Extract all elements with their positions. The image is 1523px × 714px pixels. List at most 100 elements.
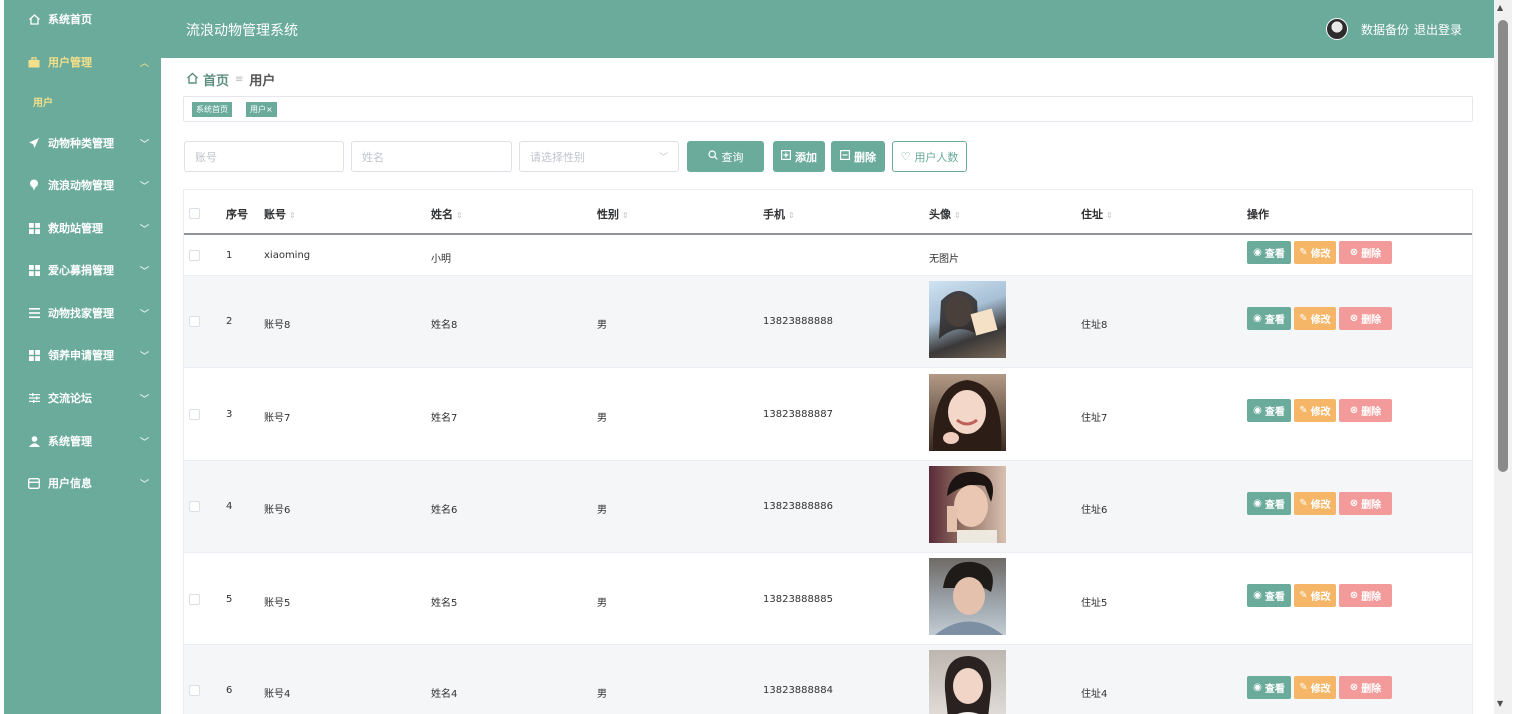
avatar-photo — [929, 650, 1006, 714]
sidebar-item-stray-animals[interactable]: 流浪动物管理 ﹀ — [4, 170, 161, 200]
scroll-down-arrow-icon[interactable]: ▼ — [1497, 699, 1503, 708]
header-address[interactable]: 住址 ⇕ — [1081, 206, 1113, 222]
view-button[interactable]: ◉ 查看 — [1247, 676, 1291, 699]
cell-name: 姓名7 — [431, 413, 458, 424]
delete-button[interactable]: ⊗ 删除 — [1339, 241, 1392, 264]
delete-button[interactable]: ⊗ 删除 — [1339, 399, 1392, 422]
sidebar-item-adoption[interactable]: 领养申请管理 ﹀ — [4, 340, 161, 370]
delete-button[interactable]: ⊗ 删除 — [1339, 584, 1392, 607]
sidebar-item-label: 用户管理 — [48, 56, 92, 69]
edit-button[interactable]: ✎ 修改 — [1294, 241, 1336, 264]
chevron-down-icon: ﹀ — [140, 351, 150, 362]
view-button[interactable]: ◉ 查看 — [1247, 399, 1291, 422]
delete-icon: ⊗ — [1349, 247, 1359, 258]
breadcrumb-home[interactable]: 首页 — [203, 70, 229, 89]
search-icon — [707, 150, 718, 163]
sidebar-item-user-info[interactable]: 用户信息 ﹀ — [4, 468, 161, 498]
account-search-input[interactable]: 账号 — [184, 141, 344, 172]
user-count-button[interactable]: ♡ 用户人数 — [892, 141, 967, 172]
edit-icon: ✎ — [1299, 590, 1308, 601]
grid-icon — [27, 348, 41, 362]
sort-icon: ⇕ — [788, 211, 795, 220]
sidebar-item-donations[interactable]: 爱心募捐管理 ﹀ — [4, 255, 161, 285]
scroll-up-arrow-icon[interactable]: ▲ — [1497, 3, 1503, 12]
sidebar-item-user-management[interactable]: 用户管理 ︿ — [4, 47, 161, 77]
batch-delete-button[interactable]: 删除 — [831, 141, 885, 172]
edit-button[interactable]: ✎ 修改 — [1294, 584, 1336, 607]
sidebar-item-animal-types[interactable]: 动物种类管理 ﹀ — [4, 128, 161, 158]
header-phone[interactable]: 手机 ⇕ — [763, 206, 795, 222]
tag-home[interactable]: 系统首页 — [192, 102, 232, 117]
tag-user[interactable]: 用户× — [246, 102, 277, 117]
chevron-down-icon: ﹀ — [140, 437, 150, 448]
header-name[interactable]: 姓名 ⇕ — [431, 206, 463, 222]
view-button[interactable]: ◉ 查看 — [1247, 241, 1291, 264]
chevron-down-icon: ﹀ — [140, 181, 150, 192]
logout-link[interactable]: 退出登录 — [1414, 21, 1462, 38]
cell-index: 5 — [226, 594, 233, 605]
row-checkbox[interactable] — [189, 409, 200, 420]
header-index: 序号 — [226, 208, 248, 221]
cell-account: 账号7 — [264, 413, 291, 424]
app-title: 流浪动物管理系统 — [186, 23, 298, 39]
sort-icon: ⇕ — [289, 211, 296, 220]
edit-button[interactable]: ✎ 修改 — [1294, 492, 1336, 515]
cell-account: 账号4 — [264, 689, 291, 700]
row-checkbox[interactable] — [189, 316, 200, 327]
view-button[interactable]: ◉ 查看 — [1247, 307, 1291, 330]
cell-address: 住址8 — [1081, 320, 1108, 331]
delete-icon: ⊗ — [1349, 405, 1359, 416]
delete-icon: ⊗ — [1349, 682, 1359, 693]
edit-button[interactable]: ✎ 修改 — [1294, 399, 1336, 422]
sidebar-item-label: 系统首页 — [48, 13, 92, 26]
chevron-down-icon: ﹀ — [140, 266, 150, 277]
eye-icon: ◉ — [1253, 590, 1262, 601]
pin-icon — [27, 178, 41, 192]
sidebar-item-find-home[interactable]: 动物找家管理 ﹀ — [4, 298, 161, 328]
backup-link[interactable]: 数据备份 — [1361, 21, 1409, 38]
row-checkbox[interactable] — [189, 501, 200, 512]
row-actions: ◉ 查看 ✎ 修改 ⊗ 删除 — [1247, 307, 1392, 330]
query-button[interactable]: 查询 — [687, 141, 764, 172]
edit-button[interactable]: ✎ 修改 — [1294, 676, 1336, 699]
header-avatar[interactable]: 头像 ⇕ — [929, 206, 961, 222]
row-actions: ◉ 查看 ✎ 修改 ⊗ 删除 — [1247, 492, 1392, 515]
delete-button[interactable]: ⊗ 删除 — [1339, 307, 1392, 330]
sidebar-item-home[interactable]: 系统首页 — [4, 4, 161, 34]
sidebar-item-forum[interactable]: 交流论坛 ﹀ — [4, 383, 161, 413]
row-checkbox[interactable] — [189, 594, 200, 605]
scrollbar-thumb[interactable] — [1498, 20, 1508, 472]
name-search-input[interactable]: 姓名 — [351, 141, 512, 172]
add-button[interactable]: 添加 — [773, 141, 825, 172]
cell-index: 4 — [226, 501, 233, 512]
header-gender[interactable]: 性别 ⇕ — [597, 206, 629, 222]
sidebar-item-system[interactable]: 系统管理 ﹀ — [4, 426, 161, 456]
view-button[interactable]: ◉ 查看 — [1247, 584, 1291, 607]
gender-select[interactable]: 请选择性别 ﹀ — [519, 141, 679, 172]
header-account[interactable]: 账号 ⇕ — [264, 206, 296, 222]
cell-address: 住址4 — [1081, 689, 1108, 700]
sort-icon: ⇕ — [622, 211, 629, 220]
select-all-checkbox[interactable] — [189, 208, 200, 219]
tags-bar: 系统首页 用户× — [183, 96, 1473, 122]
sidebar-item-rescue-stations[interactable]: 救助站管理 ﹀ — [4, 213, 161, 243]
delete-icon: ⊗ — [1349, 313, 1359, 324]
edit-button[interactable]: ✎ 修改 — [1294, 307, 1336, 330]
table-row: 4 账号6 姓名6 男 13823888886 住址6 ◉ 查看 ✎ 修改 ⊗ 删除 — [184, 461, 1472, 553]
chevron-down-icon: ﹀ — [658, 153, 668, 163]
delete-button[interactable]: ⊗ 删除 — [1339, 492, 1392, 515]
table-row: 2 账号8 姓名8 男 13823888888 住址8 ◉ 查看 ✎ 修改 ⊗ 删除 — [184, 276, 1472, 368]
view-button[interactable]: ◉ 查看 — [1247, 492, 1291, 515]
sidebar-subitem-user[interactable]: 用户 — [4, 88, 161, 114]
cell-index: 3 — [226, 409, 233, 420]
sort-icon: ⇕ — [954, 211, 961, 220]
row-checkbox[interactable] — [189, 250, 200, 261]
top-header: 流浪动物管理系统 数据备份 退出登录 — [161, 0, 1494, 58]
breadcrumb-current: 用户 — [249, 74, 276, 89]
delete-icon: ⊗ — [1349, 498, 1359, 509]
eye-icon: ◉ — [1253, 405, 1262, 416]
cell-account: xiaoming — [264, 250, 311, 261]
delete-button[interactable]: ⊗ 删除 — [1339, 676, 1392, 699]
row-checkbox[interactable] — [189, 685, 200, 696]
avatar[interactable] — [1326, 18, 1348, 40]
